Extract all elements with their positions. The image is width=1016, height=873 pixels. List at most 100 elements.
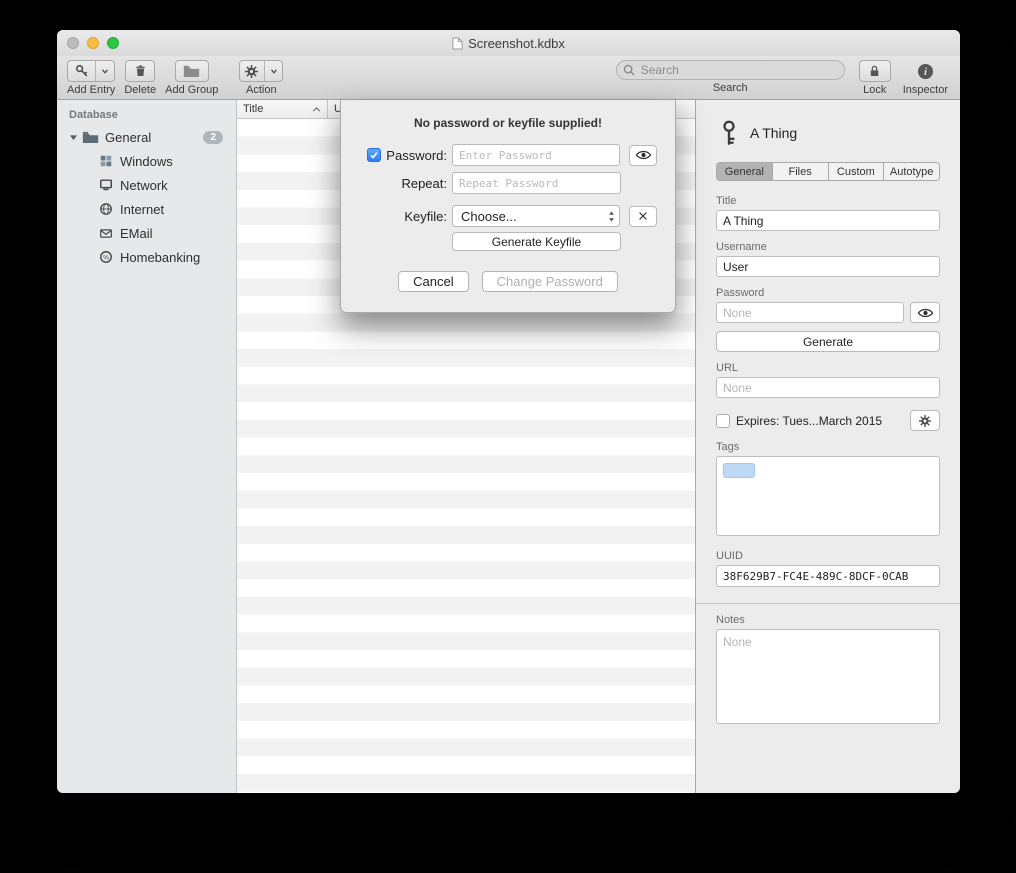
sidebar-item-label: Homebanking: [120, 250, 200, 265]
generate-password-button[interactable]: Generate: [716, 331, 940, 352]
inspector-tabs: General Files Custom Autotype: [716, 162, 940, 181]
notes-field[interactable]: [716, 629, 940, 724]
network-icon: [97, 178, 114, 192]
close-x-icon: [637, 210, 649, 222]
dialog-repeat-row: Repeat:: [359, 172, 657, 194]
clear-keyfile-button[interactable]: [629, 206, 657, 227]
action-button[interactable]: [239, 60, 283, 82]
svg-text:%: %: [103, 254, 109, 261]
folder-icon: [82, 130, 99, 144]
toolbar-item-add-entry: Add Entry: [67, 60, 115, 96]
gear-icon: [239, 61, 264, 81]
title-field[interactable]: [716, 210, 940, 231]
info-icon: i: [916, 62, 935, 81]
sidebar-item-homebanking[interactable]: % Homebanking: [57, 245, 236, 269]
close-button[interactable]: [67, 37, 79, 49]
add-entry-dropdown-arrow-icon[interactable]: [95, 61, 114, 81]
inspector-divider: [696, 603, 960, 604]
dialog-password-row: Password:: [359, 144, 657, 166]
add-entry-button[interactable]: [67, 60, 115, 82]
add-group-button[interactable]: [175, 60, 209, 82]
change-password-dialog: No password or keyfile supplied! Passwor…: [340, 100, 676, 313]
stepper-arrows-icon: [608, 210, 615, 223]
document-icon: [452, 37, 463, 50]
keyfile-dropdown[interactable]: Choose...: [452, 205, 620, 227]
homebanking-coin-icon: %: [97, 250, 114, 264]
sort-ascending-icon: [312, 107, 321, 112]
sidebar-item-label: Windows: [120, 154, 173, 169]
expires-label: Expires: Tues...March 2015: [736, 414, 904, 428]
svg-text:i: i: [924, 67, 927, 78]
table-header-title[interactable]: Title: [237, 100, 328, 118]
password-field[interactable]: [716, 302, 904, 323]
inspector-button[interactable]: i: [910, 60, 940, 82]
tag-token[interactable]: [723, 463, 755, 478]
entry-key-icon: [720, 119, 738, 147]
tab-files[interactable]: Files: [772, 163, 828, 180]
titlebar[interactable]: Screenshot.kdbx: [57, 30, 960, 56]
add-entry-label: Add Entry: [67, 84, 115, 96]
gear-icon: [918, 414, 932, 428]
sidebar-item-email[interactable]: EMail: [57, 221, 236, 245]
expires-settings-button[interactable]: [910, 410, 940, 431]
expires-checkbox[interactable]: [716, 414, 730, 428]
tags-box[interactable]: [716, 456, 940, 536]
toolbar-item-add-group: Add Group: [165, 60, 218, 96]
search-input[interactable]: [616, 60, 845, 80]
lock-button[interactable]: [859, 60, 891, 82]
generate-keyfile-button[interactable]: Generate Keyfile: [452, 232, 621, 251]
window-title: Screenshot.kdbx: [452, 36, 565, 51]
username-field[interactable]: [716, 256, 940, 277]
sidebar-group-badge: 2: [203, 131, 223, 144]
cancel-button[interactable]: Cancel: [398, 271, 468, 292]
change-password-button[interactable]: Change Password: [482, 271, 618, 292]
app-window: Screenshot.kdbx Add Entry: [57, 30, 960, 793]
tab-general[interactable]: General: [717, 163, 772, 180]
sidebar-item-label: EMail: [120, 226, 153, 241]
sidebar-item-label: Network: [120, 178, 168, 193]
sidebar-item-internet[interactable]: Internet: [57, 197, 236, 221]
window-title-text: Screenshot.kdbx: [468, 36, 565, 51]
url-field[interactable]: [716, 377, 940, 398]
reveal-password-button[interactable]: [910, 302, 940, 323]
uuid-label: UUID: [716, 550, 940, 562]
notes-label: Notes: [716, 614, 940, 626]
password-field-row: [716, 302, 940, 323]
dialog-password-label: Password:: [386, 148, 447, 163]
dialog-reveal-password-button[interactable]: [629, 145, 657, 166]
password-checkbox[interactable]: [367, 148, 381, 162]
inspector-label: Inspector: [903, 84, 948, 96]
search-field: [616, 60, 845, 80]
action-label: Action: [246, 84, 277, 96]
repeat-password-input[interactable]: [452, 172, 621, 194]
eye-icon: [635, 149, 652, 161]
action-dropdown-arrow-icon[interactable]: [264, 61, 283, 81]
delete-button[interactable]: [125, 60, 155, 82]
email-icon: [97, 227, 114, 240]
zoom-button[interactable]: [107, 37, 119, 49]
toolbar: Add Entry Delete Add Group: [57, 56, 960, 100]
sidebar-group-general[interactable]: General 2: [57, 125, 236, 149]
windows-icon: [97, 154, 114, 168]
add-group-label: Add Group: [165, 84, 218, 96]
tab-custom[interactable]: Custom: [828, 163, 884, 180]
title-field-label: Title: [716, 195, 940, 207]
url-field-label: URL: [716, 362, 940, 374]
dialog-keyfile-label: Keyfile:: [404, 209, 447, 224]
toolbar-item-inspector: i Inspector: [903, 60, 948, 96]
disclosure-triangle-icon[interactable]: [67, 134, 79, 141]
inspector-panel: A Thing General Files Custom Autotype Ti…: [695, 100, 960, 793]
tags-label: Tags: [716, 441, 940, 453]
enter-password-input[interactable]: [452, 144, 620, 166]
traffic-lights: [67, 37, 119, 49]
sidebar-item-network[interactable]: Network: [57, 173, 236, 197]
password-field-label: Password: [716, 287, 940, 299]
tab-autotype[interactable]: Autotype: [883, 163, 939, 180]
delete-label: Delete: [124, 84, 156, 96]
uuid-field[interactable]: [716, 565, 940, 587]
dialog-keyfile-row: Keyfile: Choose...: [359, 205, 657, 227]
sidebar-item-windows[interactable]: Windows: [57, 149, 236, 173]
minimize-button[interactable]: [87, 37, 99, 49]
folder-plus-icon: [183, 64, 200, 78]
toolbar-item-search: Search: [616, 60, 845, 94]
